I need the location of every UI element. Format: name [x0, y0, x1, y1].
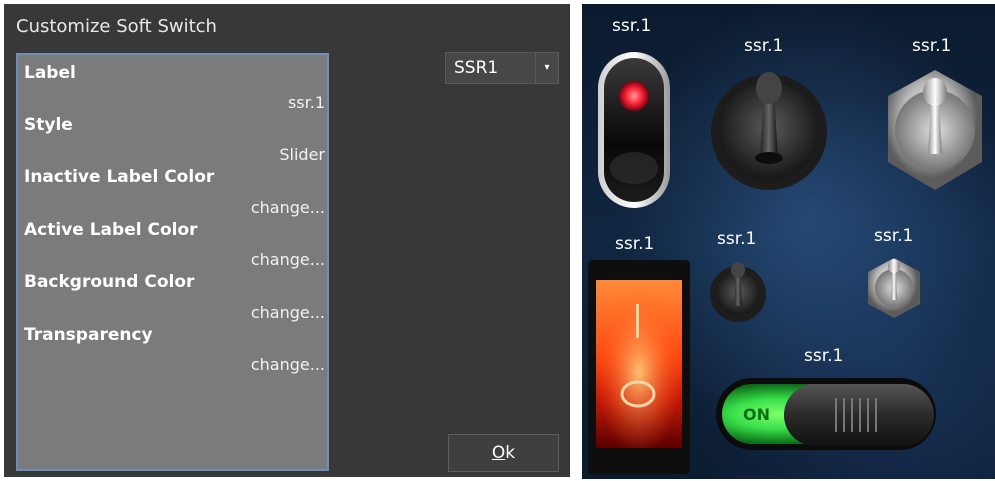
dropdown-arrow-icon[interactable]: ▾ [535, 53, 558, 83]
red-rocker-switch[interactable] [588, 260, 690, 474]
property-label: Style [24, 115, 73, 135]
property-value[interactable]: change... [251, 303, 325, 322]
switch-label: ssr.1 [744, 36, 784, 56]
chrome-toggle-switch-small[interactable] [864, 252, 924, 322]
switch-preview-panel: ssr.1 ssr.1 ssr.1 ssr.1 ssr.1 ssr.1 ssr.… [582, 4, 995, 479]
property-label: Background Color [24, 272, 195, 292]
property-value[interactable]: change... [251, 250, 325, 269]
slider-on-text: ON [743, 405, 770, 424]
property-list[interactable]: Label ssr.1 Style Slider Inactive Label … [16, 53, 329, 471]
dark-toggle-switch-small[interactable] [706, 256, 770, 324]
property-value[interactable]: ssr.1 [288, 93, 325, 112]
dark-toggle-switch-large[interactable] [708, 62, 830, 192]
switch-select[interactable]: SSR1 ▾ [445, 52, 559, 84]
property-value[interactable]: change... [251, 355, 325, 374]
property-value[interactable]: change... [251, 198, 325, 217]
switch-label: ssr.1 [874, 226, 914, 246]
led-pushbutton-switch[interactable] [596, 50, 672, 210]
ok-mnemonic: O [491, 443, 506, 463]
switch-label: ssr.1 [612, 16, 652, 36]
property-label: Label [24, 63, 76, 83]
switch-label: ssr.1 [615, 234, 655, 254]
property-label: Transparency [24, 325, 153, 345]
switch-select-value: SSR1 [454, 58, 499, 78]
chrome-toggle-switch-large[interactable] [876, 62, 994, 198]
customize-dialog: Customize Soft Switch Label ssr.1 Style … [4, 4, 570, 477]
ok-button[interactable]: Ok [448, 434, 559, 472]
switch-label: ssr.1 [912, 36, 952, 56]
ok-label-rest: k [505, 443, 516, 463]
switch-label: ssr.1 [717, 229, 757, 249]
dialog-title: Customize Soft Switch [16, 16, 217, 37]
switch-label: ssr.1 [804, 346, 844, 366]
property-label: Inactive Label Color [24, 167, 215, 187]
red-led-icon [619, 81, 649, 111]
property-value[interactable]: Slider [279, 145, 325, 164]
property-label: Active Label Color [24, 220, 198, 240]
